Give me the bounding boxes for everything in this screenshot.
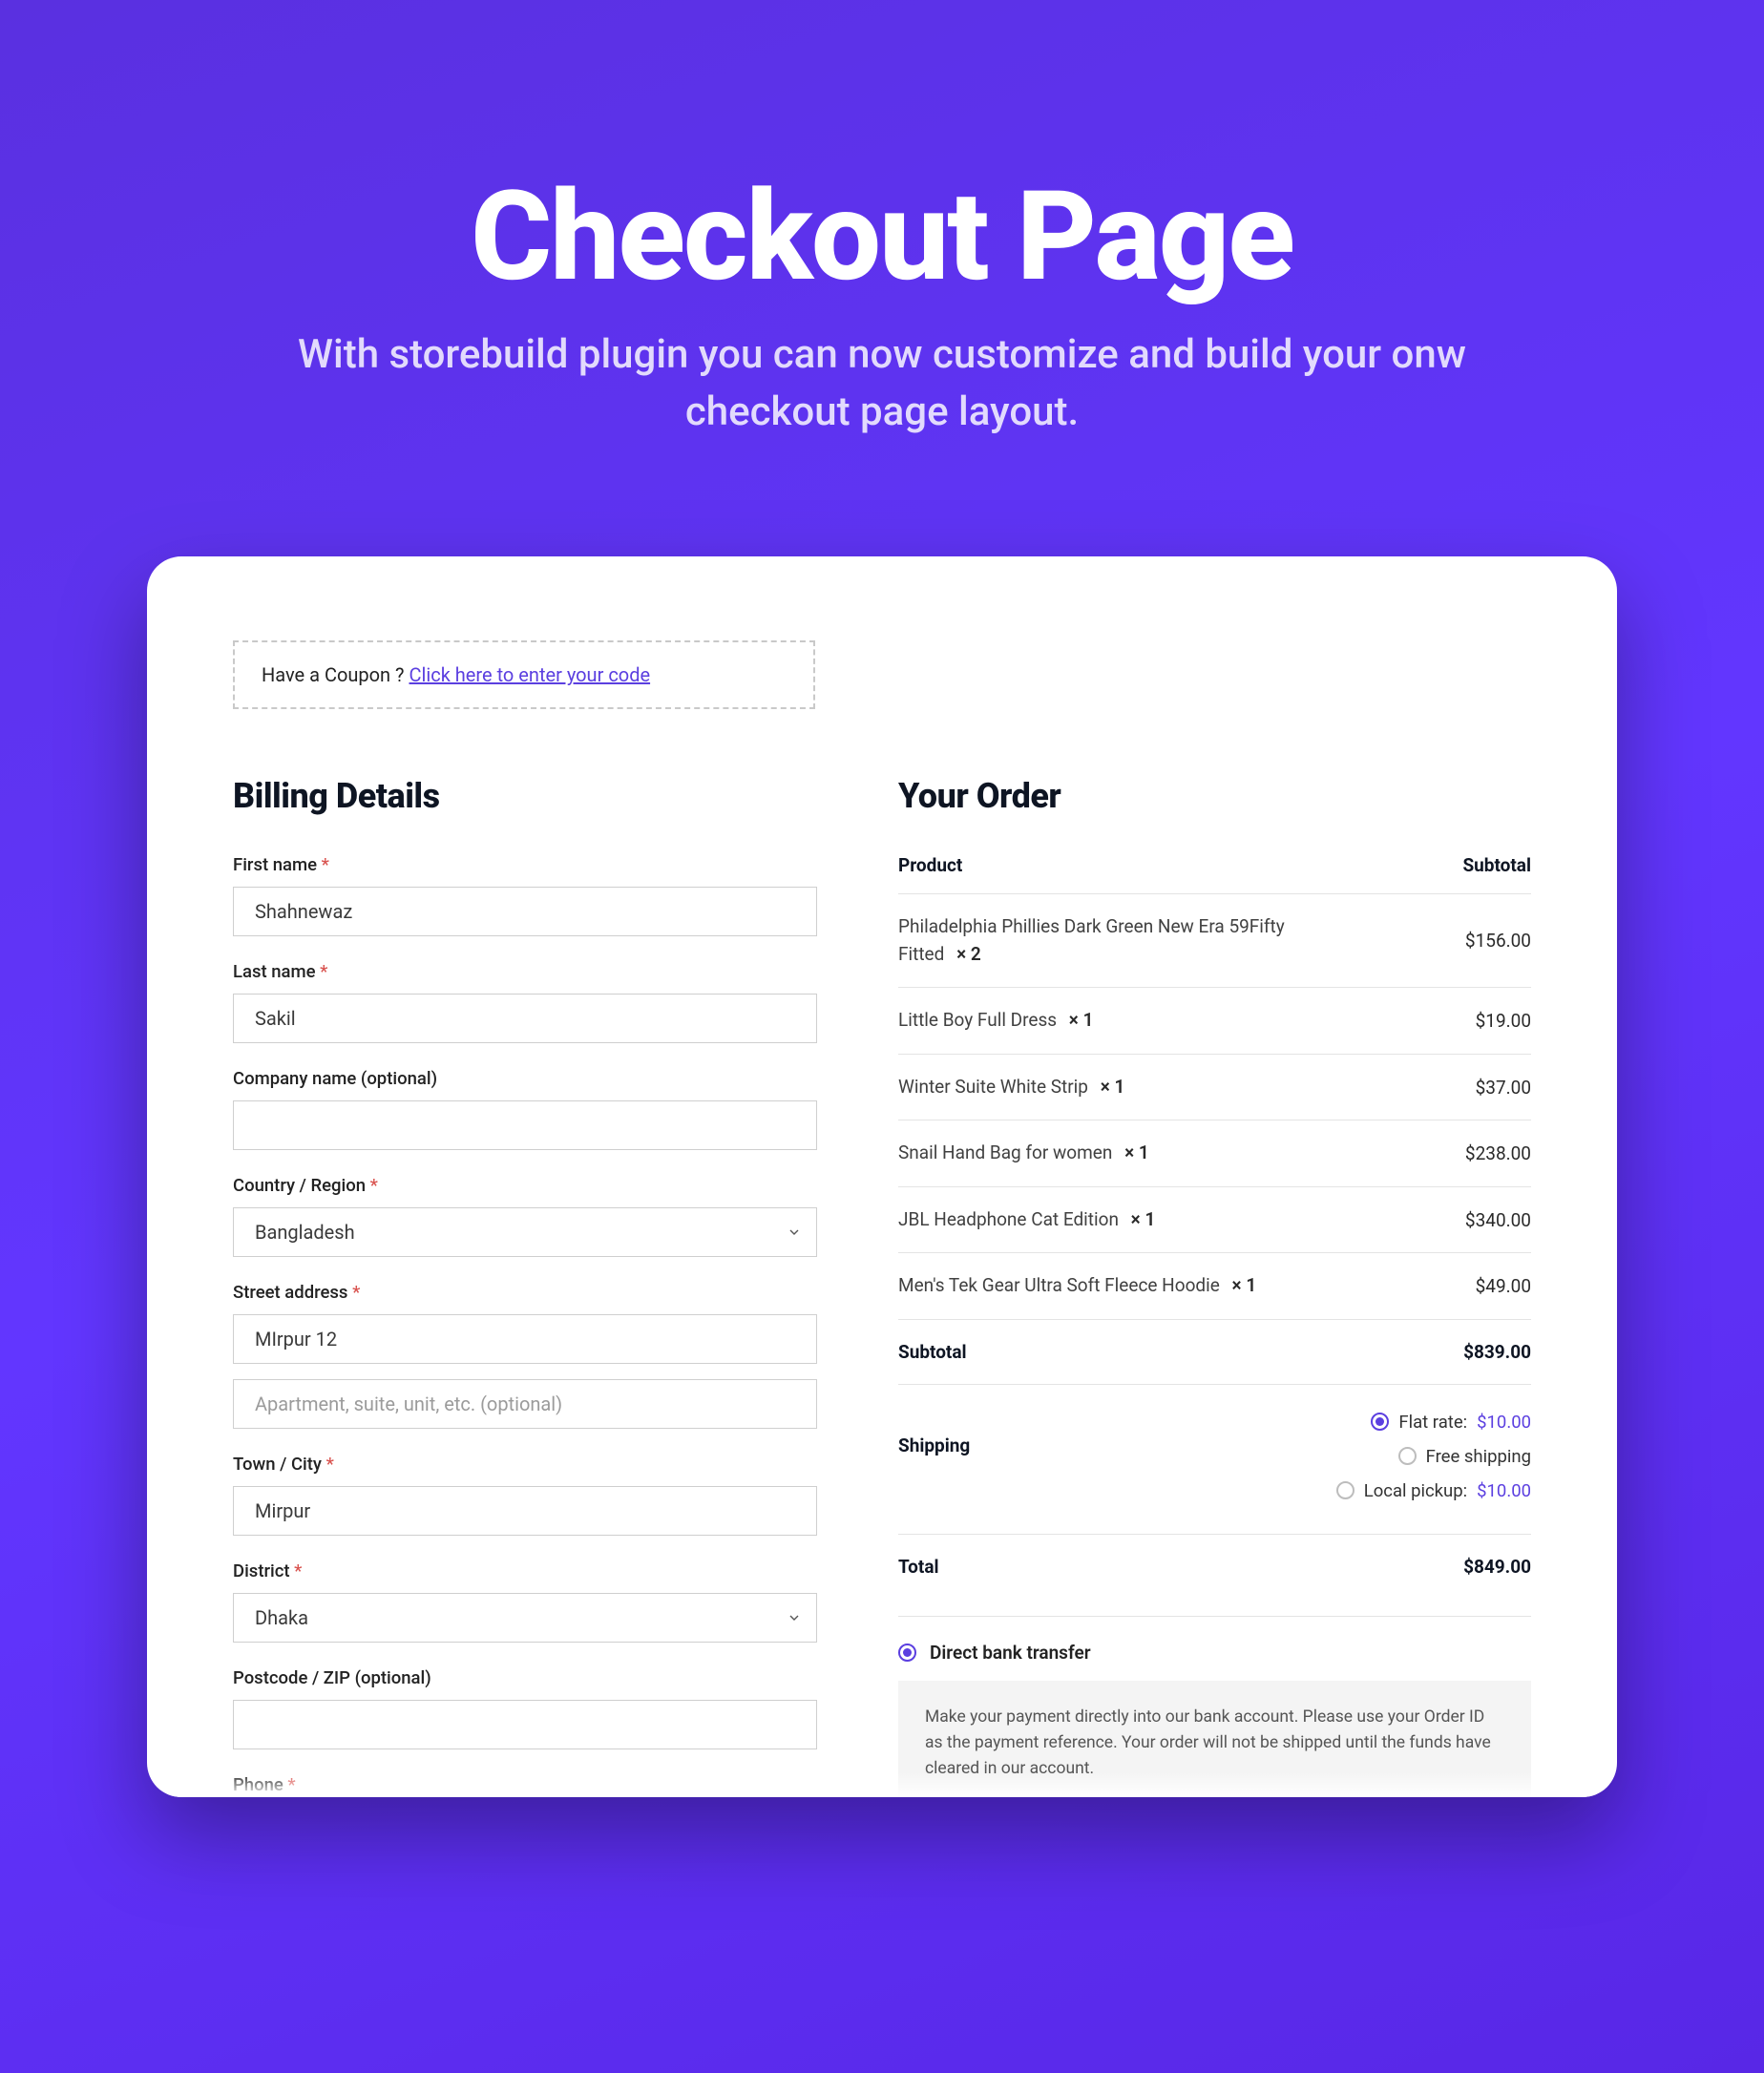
order-item-price: $19.00 — [1476, 1010, 1531, 1032]
order-item-qty: × 1 — [1069, 1009, 1094, 1031]
order-item-name: Winter Suite White Strip × 1 — [898, 1074, 1124, 1101]
town-field[interactable] — [233, 1486, 817, 1536]
payment-option[interactable]: Direct bank transfer — [898, 1642, 1531, 1664]
radio-icon — [1398, 1447, 1417, 1465]
shipping-row: Shipping Flat rate: $10.00Free shippingL… — [898, 1384, 1531, 1534]
col-subtotal: Subtotal — [1462, 854, 1531, 876]
order-subtotal-row: Subtotal $839.00 — [898, 1319, 1531, 1384]
order-item-name: Snail Hand Bag for women × 1 — [898, 1140, 1149, 1167]
order-item-qty: × 1 — [1124, 1141, 1149, 1163]
order-item-price: $340.00 — [1465, 1209, 1531, 1231]
radio-icon — [1371, 1413, 1389, 1431]
shipping-option-label: Free shipping — [1426, 1446, 1531, 1467]
town-label: Town / City * — [233, 1454, 817, 1475]
country-select[interactable]: Bangladesh — [233, 1207, 817, 1257]
hero: Checkout Page With storebuild plugin you… — [0, 172, 1764, 442]
first-name-field[interactable] — [233, 887, 817, 936]
order-item-row: Men's Tek Gear Ultra Soft Fleece Hoodie … — [898, 1252, 1531, 1319]
order-item-name: Philadelphia Phillies Dark Green New Era… — [898, 913, 1299, 968]
payment-option-label: Direct bank transfer — [930, 1642, 1091, 1664]
order-item-qty: × 1 — [1131, 1208, 1156, 1230]
page-subtitle: With storebuild plugin you can now custo… — [238, 326, 1526, 443]
company-field[interactable] — [233, 1100, 817, 1150]
order-item-price: $156.00 — [1465, 930, 1531, 952]
shipping-option-amount: $10.00 — [1477, 1412, 1531, 1433]
order-item-row: Philadelphia Phillies Dark Green New Era… — [898, 893, 1531, 987]
order-item-qty: × 1 — [1101, 1076, 1125, 1098]
shipping-option[interactable]: Local pickup: $10.00 — [1336, 1480, 1531, 1501]
order-item-price: $37.00 — [1476, 1077, 1531, 1099]
page-title: Checkout Page — [0, 172, 1764, 303]
order-item-name: Little Boy Full Dress × 1 — [898, 1007, 1093, 1035]
billing-heading: Billing Details — [233, 776, 817, 816]
order-section: Your Order Product Subtotal Philadelphia… — [898, 776, 1531, 1797]
order-item-name: Men's Tek Gear Ultra Soft Fleece Hoodie … — [898, 1272, 1256, 1300]
district-select[interactable]: Dhaka — [233, 1593, 817, 1643]
shipping-option-label: Local pickup: — [1364, 1480, 1467, 1501]
shipping-option[interactable]: Free shipping — [1336, 1446, 1531, 1467]
last-name-label: Last name * — [233, 961, 817, 982]
order-item-row: Little Boy Full Dress × 1 $19.00 — [898, 987, 1531, 1054]
card-fade — [147, 1772, 1617, 1797]
postcode-label: Postcode / ZIP (optional) — [233, 1667, 817, 1688]
payment-methods: Direct bank transferMake your payment di… — [898, 1616, 1531, 1798]
order-item-qty: × 2 — [956, 943, 981, 965]
coupon-prompt: Have a Coupon ? — [262, 663, 409, 686]
street-address-1-field[interactable] — [233, 1314, 817, 1364]
radio-icon — [1336, 1481, 1354, 1499]
order-item-row: Winter Suite White Strip × 1 $37.00 — [898, 1054, 1531, 1120]
order-item-row: JBL Headphone Cat Edition × 1 $340.00 — [898, 1186, 1531, 1253]
last-name-field[interactable] — [233, 994, 817, 1043]
street-address-2-field[interactable] — [233, 1379, 817, 1429]
coupon-link[interactable]: Click here to enter your code — [409, 663, 650, 686]
order-item-qty: × 1 — [1232, 1274, 1257, 1296]
shipping-option-amount: $10.00 — [1477, 1480, 1531, 1501]
order-heading: Your Order — [898, 776, 1531, 816]
postcode-field[interactable] — [233, 1700, 817, 1749]
coupon-notice: Have a Coupon ? Click here to enter your… — [233, 640, 815, 709]
district-label: District * — [233, 1560, 817, 1581]
order-item-price: $238.00 — [1465, 1142, 1531, 1164]
street-label: Street address * — [233, 1282, 817, 1303]
order-table-head: Product Subtotal — [898, 854, 1531, 893]
radio-icon — [898, 1644, 916, 1662]
order-item-price: $49.00 — [1476, 1275, 1531, 1297]
company-label: Company name (optional) — [233, 1068, 817, 1089]
shipping-option[interactable]: Flat rate: $10.00 — [1336, 1412, 1531, 1433]
order-item-name: JBL Headphone Cat Edition × 1 — [898, 1206, 1155, 1234]
shipping-option-label: Flat rate: — [1398, 1412, 1467, 1433]
checkout-card: Have a Coupon ? Click here to enter your… — [147, 556, 1617, 1797]
first-name-label: First name * — [233, 854, 817, 875]
order-total-row: Total $849.00 — [898, 1534, 1531, 1599]
country-label: Country / Region * — [233, 1175, 817, 1196]
billing-section: Billing Details First name * Last name *… — [233, 776, 817, 1797]
col-product: Product — [898, 854, 962, 876]
order-item-row: Snail Hand Bag for women × 1 $238.00 — [898, 1120, 1531, 1186]
